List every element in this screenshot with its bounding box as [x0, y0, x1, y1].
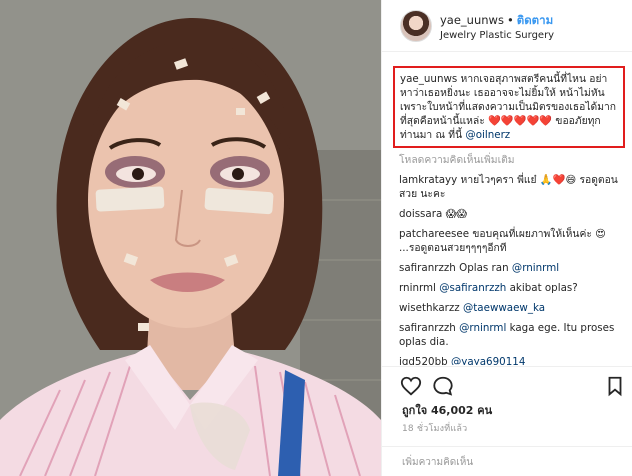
- comment-username[interactable]: rninrml: [399, 282, 436, 294]
- post-actions: ถูกใจ 46,002 คน 18 ชั่วโมงที่แล้ว: [382, 366, 632, 446]
- heart-outline-icon[interactable]: [400, 375, 422, 397]
- caption-mention[interactable]: @oilnerz: [465, 129, 510, 141]
- separator-dot: •: [506, 13, 514, 27]
- comments-list[interactable]: yae_uunws หากเจอสุภาพสตรีคนนี้ที่ไหน อย่…: [382, 52, 632, 365]
- comment-username[interactable]: safiranrzzh: [399, 322, 456, 334]
- comment-item: patchareesee ขอบคุณที่เผยภาพให้เห็นค่ะ 😍…: [399, 227, 623, 255]
- comment-item: wisethkarzz @taewwaew_ka: [399, 301, 623, 315]
- comment-username[interactable]: doissara: [399, 208, 442, 220]
- comment-item: doissara 😱😱: [399, 207, 623, 221]
- post-panel: yae_uunws • ติดตาม Jewelry Plastic Surgery…: [381, 0, 632, 476]
- comment-text: หายไวๆครา พี่แย๋: [460, 174, 537, 186]
- load-more-comments-link[interactable]: โหลดความคิดเห็นเพิ่มเติม: [399, 153, 623, 167]
- comment-mention[interactable]: @taewwaew_ka: [463, 302, 545, 314]
- comment-mention[interactable]: @yaya690114: [451, 356, 525, 365]
- comment-mention[interactable]: @safiranrzzh: [439, 282, 506, 294]
- add-comment-input[interactable]: เพิ่มความคิดเห็น: [402, 455, 473, 470]
- comment-emoji: 😍: [595, 228, 606, 240]
- post-photo-illustration: [0, 0, 381, 476]
- add-comment-bar[interactable]: เพิ่มความคิดเห็น: [382, 446, 632, 476]
- caption-hearts: ❤️❤️❤️❤️❤️: [488, 115, 553, 127]
- comment-mention[interactable]: @rninrml: [459, 322, 506, 334]
- post-timestamp[interactable]: 18 ชั่วโมงที่แล้ว: [402, 421, 467, 435]
- comment-item: safiranrzzh @rninrml kaga ege. Itu prose…: [399, 321, 623, 349]
- post-photo[interactable]: [0, 0, 381, 476]
- comment-text: ขอบคุณที่เผยภาพให้เห็นค่ะ: [472, 228, 592, 240]
- comment-username[interactable]: wisethkarzz: [399, 302, 460, 314]
- location-link[interactable]: Jewelry Plastic Surgery: [440, 30, 554, 41]
- comment-username[interactable]: lamkratayy: [399, 174, 457, 186]
- caption-username[interactable]: yae_uunws: [400, 73, 457, 85]
- username-link[interactable]: yae_uunws: [440, 13, 504, 27]
- comment-item: rninrml @safiranrzzh akibat oplas?: [399, 281, 623, 295]
- comment-emoji: 🙏❤️😄: [539, 174, 577, 186]
- comment-username[interactable]: igd520bb: [399, 356, 448, 365]
- comment-item: lamkratayy หายไวๆครา พี่แย๋ 🙏❤️😄 รอดูตอน…: [399, 173, 623, 201]
- comment-text-2: ...รอดูตอนสวยๆๆๆๆอีกที: [399, 242, 507, 254]
- comment-mention[interactable]: @rninrml: [512, 262, 559, 274]
- likes-count[interactable]: ถูกใจ 46,002 คน: [402, 401, 492, 419]
- comment-item: safiranrzzh Oplas ran @rninrml: [399, 261, 623, 275]
- comment-text: Oplas ran: [459, 262, 509, 274]
- bookmark-icon[interactable]: [604, 375, 626, 397]
- comment-username[interactable]: safiranrzzh: [399, 262, 456, 274]
- header-user-line: yae_uunws • ติดตาม: [440, 12, 553, 30]
- comment-item: igd520bb @yaya690114: [399, 355, 623, 365]
- comment-username[interactable]: patchareesee: [399, 228, 469, 240]
- comment-text: akibat oplas?: [509, 282, 578, 294]
- comment-emoji: 😱😱: [445, 208, 468, 220]
- avatar[interactable]: [400, 10, 432, 42]
- post-header: yae_uunws • ติดตาม Jewelry Plastic Surgery: [382, 0, 632, 52]
- follow-button[interactable]: ติดตาม: [517, 13, 553, 27]
- speech-bubble-icon[interactable]: [432, 375, 454, 397]
- caption-highlight-box: yae_uunws หากเจอสุภาพสตรีคนนี้ที่ไหน อย่…: [393, 66, 625, 148]
